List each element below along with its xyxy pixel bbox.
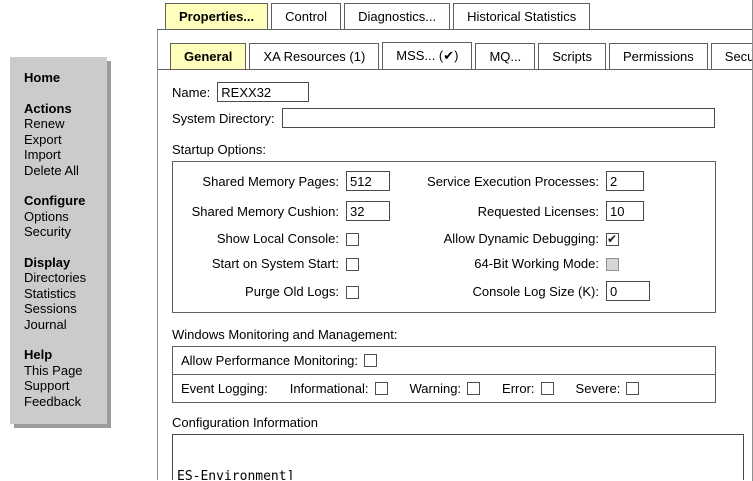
config-line-1: ES-Environment] <box>177 469 739 480</box>
64-bit-working-mode-checkbox <box>606 258 619 271</box>
sidebar-item-renew[interactable]: Renew <box>24 116 101 132</box>
configuration-textarea[interactable]: ES-Environment] MFTRACE_CONFIG=C:\Users\… <box>172 434 744 480</box>
event-warning-checkbox[interactable] <box>467 382 480 395</box>
allow-dynamic-debugging-label: Allow Dynamic Debugging: <box>406 231 606 246</box>
event-informational-label: Informational: <box>290 381 369 396</box>
name-label: Name: <box>172 85 210 100</box>
allow-dynamic-debugging-checkbox[interactable] <box>606 233 619 246</box>
allow-performance-monitoring-checkbox[interactable] <box>364 354 377 367</box>
sidebar-item-sessions[interactable]: Sessions <box>24 301 101 317</box>
sidebar-item-feedback[interactable]: Feedback <box>24 394 101 410</box>
monitoring-group: Allow Performance Monitoring: Event Logg… <box>172 346 716 403</box>
64-bit-working-mode-label: 64-Bit Working Mode: <box>406 256 606 271</box>
event-error-checkbox[interactable] <box>541 382 554 395</box>
sidebar-item-journal[interactable]: Journal <box>24 317 101 333</box>
tab-historical-statistics[interactable]: Historical Statistics <box>453 3 590 29</box>
name-input[interactable] <box>217 82 309 102</box>
shared-memory-cushion-label: Shared Memory Cushion: <box>181 204 346 219</box>
tab-control[interactable]: Control <box>271 3 341 29</box>
tab-security[interactable]: Security <box>711 43 752 69</box>
shared-memory-pages-label: Shared Memory Pages: <box>181 174 346 189</box>
configuration-information-title: Configuration Information <box>172 415 738 430</box>
console-log-size-input[interactable] <box>606 281 650 301</box>
sidebar-header-actions: Actions <box>24 101 101 117</box>
tab-diagnostics[interactable]: Diagnostics... <box>344 3 450 29</box>
show-local-console-checkbox[interactable] <box>346 233 359 246</box>
service-execution-processes-label: Service Execution Processes: <box>406 174 606 189</box>
startup-options-title: Startup Options: <box>172 142 738 157</box>
start-on-system-start-label: Start on System Start: <box>181 256 346 271</box>
event-severe-checkbox[interactable] <box>626 382 639 395</box>
sidebar-item-options[interactable]: Options <box>24 209 101 225</box>
sidebar-item-home[interactable]: Home <box>24 70 101 86</box>
allow-performance-monitoring-label: Allow Performance Monitoring: <box>181 353 358 368</box>
event-warning-label: Warning: <box>410 381 462 396</box>
windows-monitoring-title: Windows Monitoring and Management: <box>172 327 738 342</box>
sidebar-item-export[interactable]: Export <box>24 132 101 148</box>
sidebar: Home Actions Renew Export Import Delete … <box>10 57 107 424</box>
show-local-console-label: Show Local Console: <box>181 231 346 246</box>
tab-mq[interactable]: MQ... <box>475 43 535 69</box>
main-area: Properties... Control Diagnostics... His… <box>157 0 753 481</box>
tab-xa-resources[interactable]: XA Resources (1) <box>249 43 379 69</box>
purge-old-logs-label: Purge Old Logs: <box>181 284 346 299</box>
event-severe-label: Severe: <box>576 381 621 396</box>
requested-licenses-label: Requested Licenses: <box>406 204 606 219</box>
general-form: Name: System Directory: Startup Options:… <box>158 70 752 480</box>
tab-scripts[interactable]: Scripts <box>538 43 606 69</box>
tab-properties[interactable]: Properties... <box>165 3 268 29</box>
shared-memory-cushion-input[interactable] <box>346 201 390 221</box>
sidebar-item-security[interactable]: Security <box>24 224 101 240</box>
shared-memory-pages-input[interactable] <box>346 171 390 191</box>
system-directory-input[interactable] <box>282 108 715 128</box>
start-on-system-start-checkbox[interactable] <box>346 258 359 271</box>
purge-old-logs-checkbox[interactable] <box>346 286 359 299</box>
tab-permissions[interactable]: Permissions <box>609 43 708 69</box>
sidebar-item-import[interactable]: Import <box>24 147 101 163</box>
sidebar-item-directories[interactable]: Directories <box>24 270 101 286</box>
event-informational-checkbox[interactable] <box>375 382 388 395</box>
event-logging-row: Event Logging: Informational: Warning: E… <box>173 374 715 402</box>
sidebar-item-statistics[interactable]: Statistics <box>24 286 101 302</box>
sidebar-item-delete-all[interactable]: Delete All <box>24 163 101 179</box>
sidebar-header-configure: Configure <box>24 193 101 209</box>
sidebar-item-support[interactable]: Support <box>24 378 101 394</box>
requested-licenses-input[interactable] <box>606 201 644 221</box>
properties-panel: General XA Resources (1) MSS... (✔) MQ..… <box>157 30 752 480</box>
service-execution-processes-input[interactable] <box>606 171 644 191</box>
secondary-tabbar: General XA Resources (1) MSS... (✔) MQ..… <box>158 42 752 70</box>
console-log-size-label: Console Log Size (K): <box>406 284 606 299</box>
event-error-label: Error: <box>502 381 535 396</box>
event-logging-label: Event Logging: <box>181 381 268 396</box>
tab-general[interactable]: General <box>170 43 246 69</box>
primary-tabbar: Properties... Control Diagnostics... His… <box>157 0 752 30</box>
startup-options-group: Shared Memory Pages: Service Execution P… <box>172 161 716 313</box>
tab-mss[interactable]: MSS... (✔) <box>382 42 472 69</box>
sidebar-header-display: Display <box>24 255 101 271</box>
performance-monitoring-row: Allow Performance Monitoring: <box>173 347 715 374</box>
sidebar-header-help: Help <box>24 347 101 363</box>
page: Home Actions Renew Export Import Delete … <box>0 0 753 481</box>
system-directory-label: System Directory: <box>172 111 275 126</box>
sidebar-item-this-page[interactable]: This Page <box>24 363 101 379</box>
